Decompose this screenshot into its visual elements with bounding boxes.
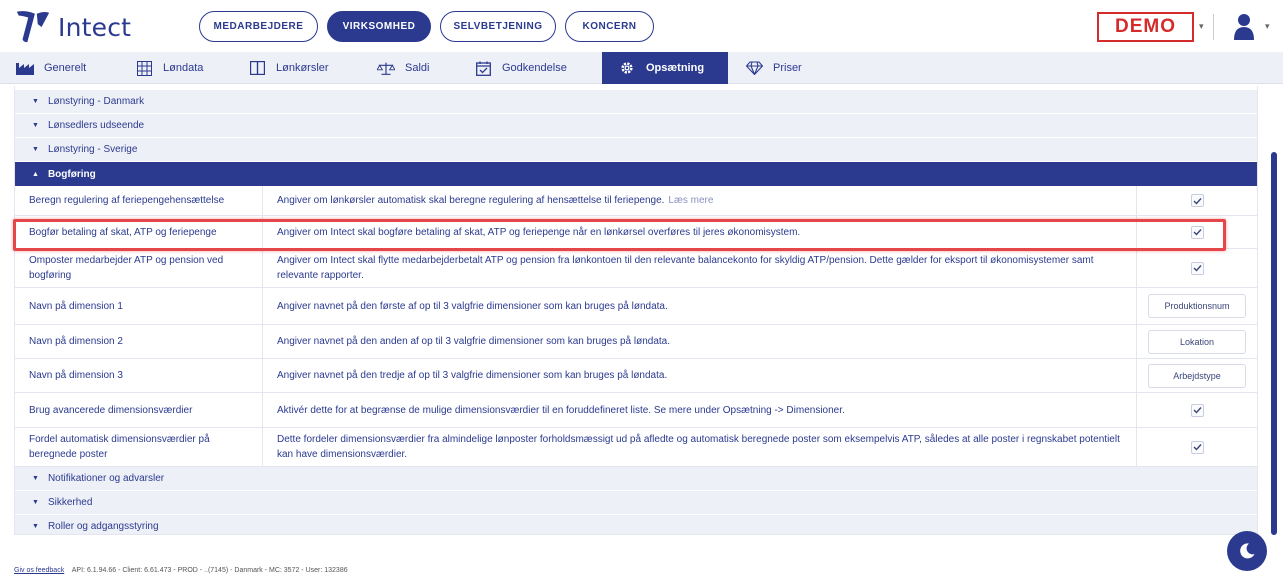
- intect-logo-icon: [16, 11, 50, 43]
- intect-logo[interactable]: Intect: [14, 8, 131, 46]
- setting-name: Navn på dimension 1: [15, 288, 263, 324]
- section-bogfoering[interactable]: ▲ Bogføring: [15, 162, 1257, 186]
- setting-description: Angiver navnet på den tredje af op til 3…: [263, 359, 1137, 392]
- tab-label: Saldi: [405, 62, 430, 74]
- caret-down-icon: ▼: [32, 499, 39, 506]
- check-icon: [1193, 197, 1202, 205]
- calendar-check-icon: [474, 59, 492, 77]
- dimension-3-input[interactable]: Arbejdstype: [1148, 363, 1246, 388]
- check-icon: [1193, 444, 1202, 451]
- columns-icon: [248, 59, 266, 77]
- diamond-icon: [745, 59, 763, 77]
- table-row: Fordel automatisk dimensionsværdier på b…: [15, 428, 1257, 467]
- chevron-down-icon[interactable]: ▾: [1199, 21, 1204, 32]
- feedback-link[interactable]: Giv os feedback: [14, 567, 64, 574]
- table-row: Navn på dimension 1 Angiver navnet på de…: [15, 288, 1257, 325]
- tab-label: Opsætning: [646, 62, 705, 74]
- nav-selvbetjening-button[interactable]: SELVBETJENING: [440, 11, 556, 42]
- caret-down-icon: ▼: [32, 475, 39, 482]
- scale-icon: [377, 59, 395, 77]
- setting-name: Navn på dimension 3: [15, 359, 263, 392]
- section-loenstyring-sverige[interactable]: ▼ Lønstyring - Sverige: [15, 138, 1257, 162]
- setting-name: Fordel automatisk dimensionsværdier på b…: [15, 428, 263, 466]
- setting-checkbox[interactable]: [1190, 440, 1204, 454]
- section-loensedlers-udseende[interactable]: ▼ Lønsedlers udseende: [15, 114, 1257, 138]
- setting-description: Angiver navnet på den første af op til 3…: [263, 288, 1137, 324]
- setting-name: Beregn regulering af feriepengehensættel…: [15, 186, 263, 215]
- tab-generelt[interactable]: Generelt: [16, 52, 116, 84]
- tab-label: Priser: [773, 62, 802, 74]
- table-row: Bogfør betaling af skat, ATP og feriepen…: [15, 216, 1257, 249]
- scrollbar-thumb[interactable]: [1271, 152, 1277, 535]
- check-icon: [1193, 229, 1202, 236]
- tab-label: Godkendelse: [502, 62, 567, 74]
- nav-medarbejdere-button[interactable]: MEDARBEJDERE: [199, 11, 318, 42]
- caret-down-icon: ▼: [32, 523, 39, 530]
- caret-down-icon: ▼: [32, 146, 39, 153]
- nav-virksomhed-button[interactable]: VIRKSOMHED: [327, 11, 431, 42]
- section-loenstyring-danmark[interactable]: ▼ Lønstyring - Danmark: [15, 90, 1257, 114]
- table-row: Navn på dimension 2 Angiver navnet på de…: [15, 325, 1257, 359]
- user-avatar-icon[interactable]: [1231, 12, 1257, 42]
- nav-koncern-button[interactable]: KONCERN: [565, 11, 654, 42]
- setting-checkbox[interactable]: [1190, 225, 1204, 239]
- setting-name: Omposter medarbejder ATP og pension ved …: [15, 249, 263, 287]
- chevron-down-icon[interactable]: ▾: [1265, 21, 1270, 32]
- setting-name: Navn på dimension 2: [15, 325, 263, 358]
- dimension-2-input[interactable]: Lokation: [1148, 329, 1246, 354]
- check-icon: [1193, 407, 1202, 414]
- caret-down-icon: ▼: [32, 98, 39, 105]
- read-more-link[interactable]: Læs mere: [668, 193, 713, 208]
- moon-icon: [1240, 543, 1255, 559]
- setting-description: Angiver om Intect skal bogføre betaling …: [263, 216, 1137, 248]
- setting-description: Aktivér dette for at begrænse de mulige …: [263, 393, 1137, 427]
- table-row: Omposter medarbejder ATP og pension ved …: [15, 249, 1257, 288]
- app-name: Intect: [58, 12, 132, 42]
- setting-name: Bogfør betaling af skat, ATP og feriepen…: [15, 216, 263, 248]
- setting-description: Angiver navnet på den anden af op til 3 …: [263, 325, 1137, 358]
- setting-description: Angiver om Intect skal flytte medarbejde…: [263, 249, 1137, 287]
- dimension-1-input[interactable]: Produktionsnum: [1148, 294, 1246, 318]
- tab-loendata[interactable]: Løndata: [135, 52, 235, 84]
- tab-saldi[interactable]: Saldi: [377, 52, 457, 84]
- version-info: API: 6.1.94.66 - Client: 6.61.473 - PROD…: [71, 567, 348, 574]
- sub-navigation: Generelt Løndata Lønkørsler Saldi Godken…: [0, 52, 1283, 84]
- setting-description: Angiver om lønkørsler automatisk skal be…: [263, 186, 1137, 215]
- section-notifikationer[interactable]: ▼ Notifikationer og advarsler: [15, 467, 1257, 491]
- tab-label: Generelt: [44, 62, 87, 74]
- setting-name: Brug avancerede dimensionsværdier: [15, 393, 263, 427]
- grid-icon: [135, 59, 153, 77]
- top-bar: Intect MEDARBEJDERE VIRKSOMHED SELVBETJE…: [0, 0, 1283, 52]
- setting-description: Dette fordeler dimensionsværdier fra alm…: [263, 428, 1137, 466]
- table-row: Beregn regulering af feriepengehensættel…: [15, 186, 1257, 216]
- footer: Giv os feedback API: 6.1.94.66 - Client:…: [14, 567, 348, 574]
- caret-down-icon: ▼: [32, 122, 39, 129]
- table-row: Navn på dimension 3 Angiver navnet på de…: [15, 359, 1257, 393]
- table-row: Brug avancerede dimensionsværdier Aktivé…: [15, 393, 1257, 428]
- section-roller[interactable]: ▼ Roller og adgangsstyring: [15, 515, 1257, 534]
- top-navigation: MEDARBEJDERE VIRKSOMHED SELVBETJENING KO…: [199, 11, 654, 42]
- setting-checkbox[interactable]: [1190, 403, 1204, 417]
- demo-badge-button[interactable]: DEMO: [1097, 12, 1194, 42]
- check-icon: [1193, 265, 1202, 272]
- setting-checkbox[interactable]: [1190, 261, 1204, 275]
- setting-checkbox[interactable]: [1190, 194, 1204, 207]
- tab-priser[interactable]: Priser: [745, 52, 825, 84]
- tab-loenkoersler[interactable]: Lønkørsler: [248, 52, 358, 84]
- divider: [1213, 14, 1214, 40]
- factory-icon: [16, 59, 34, 77]
- tab-godkendelse[interactable]: Godkendelse: [474, 52, 584, 84]
- caret-up-icon: ▲: [32, 170, 39, 178]
- gear-icon: [618, 59, 636, 77]
- tab-opsaetning[interactable]: Opsætning: [602, 52, 728, 84]
- settings-panel: ▼ Lønstyring - Danmark ▼ Lønsedlers udse…: [14, 86, 1258, 535]
- dark-mode-toggle-button[interactable]: [1227, 531, 1267, 571]
- section-sikkerhed[interactable]: ▼ Sikkerhed: [15, 491, 1257, 515]
- tab-label: Løndata: [163, 62, 204, 74]
- tab-label: Lønkørsler: [276, 62, 329, 74]
